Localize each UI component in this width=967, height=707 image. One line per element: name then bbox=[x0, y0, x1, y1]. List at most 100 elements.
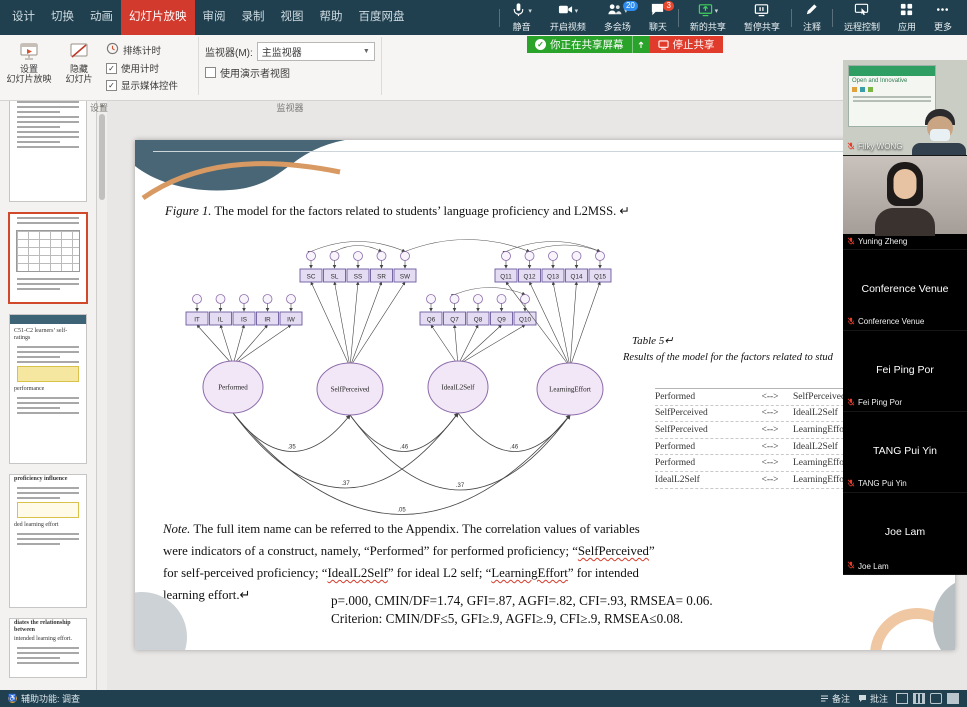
slide-thumbnail-2[interactable] bbox=[8, 212, 88, 304]
accessibility-status[interactable]: ♿ 辅助功能: 调查 bbox=[8, 692, 80, 705]
stop-share-label: 停止共享 bbox=[673, 37, 715, 52]
ribbon-group-setup: 设置 幻灯片放映 隐藏 幻灯片 排练计时 ✓使用计时 ✓显示媒体控件 设置 bbox=[0, 35, 198, 115]
table-cell-relation: <--> bbox=[747, 408, 793, 418]
tab-6[interactable]: 录制 bbox=[234, 0, 273, 35]
tab-5[interactable]: 审阅 bbox=[195, 0, 234, 35]
table-cell-left: IdealL2Self bbox=[655, 475, 747, 485]
svg-text:SelfPerceived: SelfPerceived bbox=[331, 386, 370, 394]
normal-view-icon[interactable] bbox=[896, 693, 908, 704]
stop-share-button[interactable]: 停止共享 bbox=[650, 36, 723, 53]
svg-text:Q8: Q8 bbox=[474, 316, 483, 323]
svg-text:SR: SR bbox=[377, 273, 386, 280]
table-title: Table 5↵ bbox=[632, 334, 674, 347]
monitor-label: 监视器(M): bbox=[205, 44, 253, 59]
notes-label: 备注 bbox=[832, 692, 850, 705]
svg-text:.37: .37 bbox=[341, 481, 350, 487]
thumbnail-scrollbar[interactable]: ▲ bbox=[97, 100, 107, 690]
toolbar-item-3[interactable]: ▾多会场20 bbox=[595, 0, 640, 35]
muted-mic-icon bbox=[847, 237, 855, 247]
group-label-monitor: 监视器 bbox=[199, 101, 381, 114]
toolbar-item-8[interactable]: 远程控制 bbox=[835, 0, 889, 35]
svg-text:SC: SC bbox=[307, 273, 316, 280]
notes-icon bbox=[820, 694, 829, 703]
hide-slide-button[interactable]: 隐藏 幻灯片 bbox=[56, 38, 102, 103]
table-cell-left: SelfPerceived bbox=[655, 425, 747, 435]
participant-name: Fei Ping Por bbox=[858, 398, 902, 407]
slide-sorter-view-icon[interactable] bbox=[913, 693, 925, 704]
toolbar-item-6[interactable]: 暂停共享 bbox=[735, 0, 789, 35]
participant-name-tag: Filky WONG bbox=[847, 142, 902, 152]
toolbar-item-label: 更多 bbox=[934, 20, 952, 33]
slide-thumbnail-1[interactable]: gy bbox=[9, 100, 87, 202]
figure-caption: Figure 1. The model for the factors rela… bbox=[165, 203, 805, 219]
title-bar: 设计切换动画幻灯片放映审阅录制视图帮助百度网盘 ▾静音▾开启视频▾多会场20聊天… bbox=[0, 0, 967, 35]
slide-thumbnail-5[interactable]: diates the relationship betweenintended … bbox=[9, 618, 87, 678]
accessibility-text: 辅助功能: 调查 bbox=[21, 692, 80, 705]
table-cell-left: SelfPerceived bbox=[655, 408, 747, 418]
participant-tile-6[interactable]: Joe LamJoe Lam bbox=[843, 493, 967, 575]
comments-button[interactable]: 批注 bbox=[858, 692, 888, 705]
toolbar-item-5[interactable]: ▾新的共享 bbox=[681, 0, 735, 35]
slideshow-view-icon[interactable] bbox=[947, 693, 959, 704]
participant-tile-1[interactable]: Open and InnovativeFilky WONG bbox=[843, 60, 967, 156]
svg-text:Performed: Performed bbox=[218, 384, 248, 392]
accessibility-icon: ♿ bbox=[8, 694, 17, 703]
rehearse-timings-button[interactable]: 排练计时 bbox=[106, 42, 178, 58]
notes-button[interactable]: 备注 bbox=[820, 692, 850, 705]
chevron-down-icon[interactable]: ▾ bbox=[575, 7, 579, 15]
slide-thumbnail-4[interactable]: proficiency influenceded learning effort bbox=[9, 474, 87, 608]
status-bar: ♿ 辅助功能: 调查 备注 批注 bbox=[0, 690, 967, 707]
tab-1[interactable]: 设计 bbox=[4, 0, 43, 35]
svg-text:IdealL2Self: IdealL2Self bbox=[441, 384, 475, 392]
slide-thumbnail-3[interactable]: C51-C2 learners’ self-ratingsperformance bbox=[9, 314, 87, 464]
sharing-status-text: 你正在共享屏幕 bbox=[550, 37, 624, 52]
toolbar-item-4[interactable]: 聊天3 bbox=[640, 0, 676, 35]
tab-8[interactable]: 帮助 bbox=[312, 0, 351, 35]
slide-decoration-blob-right bbox=[933, 578, 955, 650]
monitor-select[interactable]: 主监视器 ▼ bbox=[257, 42, 375, 61]
svg-text:Q10: Q10 bbox=[519, 316, 531, 323]
participant-display-name: Fei Ping Por bbox=[843, 364, 967, 376]
toolbar-item-1[interactable]: ▾静音 bbox=[502, 0, 541, 35]
presenter-view-checkbox[interactable]: 使用演示者视图 bbox=[205, 65, 375, 80]
svg-text:Q7: Q7 bbox=[450, 316, 459, 323]
participant-name-tag: Yuning Zheng bbox=[847, 237, 907, 247]
svg-text:IT: IT bbox=[194, 316, 200, 323]
toolbar-item-10[interactable]: 更多 bbox=[925, 0, 961, 35]
toolbar-item-9[interactable]: 应用 bbox=[889, 0, 925, 35]
participant-display-name: Joe Lam bbox=[843, 526, 967, 538]
muted-mic-icon bbox=[847, 479, 855, 489]
svg-text:IW: IW bbox=[287, 316, 295, 323]
tab-4[interactable]: 幻灯片放映 bbox=[121, 0, 195, 35]
slide-thumbnail-panel: gy C51-C2 learners’ self-ratingsperforman… bbox=[0, 100, 97, 690]
chevron-down-icon[interactable]: ▾ bbox=[528, 7, 532, 15]
svg-text:.46: .46 bbox=[400, 445, 409, 451]
clock-icon bbox=[106, 42, 119, 58]
toolbar-item-label: 开启视频 bbox=[550, 20, 586, 33]
participant-name: TANG Pui Yin bbox=[858, 479, 907, 488]
participant-tile-2[interactable]: Yuning Zheng bbox=[843, 156, 967, 250]
share-audio-button[interactable] bbox=[632, 36, 650, 53]
participant-tile-5[interactable]: TANG Pui YinTANG Pui Yin bbox=[843, 412, 967, 493]
toolbar-item-2[interactable]: ▾ 开启视频 bbox=[541, 0, 595, 35]
participant-tile-3[interactable]: Conference VenueConference Venue bbox=[843, 250, 967, 331]
ribbon-option-label: 排练计时 bbox=[123, 43, 161, 57]
setup-slideshow-button[interactable]: 设置 幻灯片放映 bbox=[6, 38, 52, 103]
group-label-setup: 设置 bbox=[0, 101, 198, 114]
tab-2[interactable]: 切换 bbox=[43, 0, 82, 35]
ribbon-checkbox-1[interactable]: ✓使用计时 bbox=[106, 61, 178, 75]
tab-9[interactable]: 百度网盘 bbox=[351, 0, 413, 35]
tab-7[interactable]: 视图 bbox=[273, 0, 312, 35]
table-cell-relation: <--> bbox=[747, 475, 793, 485]
camera-icon bbox=[558, 2, 573, 19]
scrollbar-thumb[interactable] bbox=[99, 114, 105, 200]
chevron-down-icon[interactable]: ▾ bbox=[715, 7, 719, 15]
svg-text:Q13: Q13 bbox=[547, 273, 559, 280]
ribbon-checkbox-2[interactable]: ✓显示媒体控件 bbox=[106, 78, 178, 92]
ribbon-option-label: 使用计时 bbox=[121, 61, 159, 75]
reading-view-icon[interactable] bbox=[930, 693, 942, 704]
toolbar-divider bbox=[791, 9, 792, 27]
participant-tile-4[interactable]: Fei Ping Por Fei Ping Por bbox=[843, 331, 967, 412]
toolbar-item-7[interactable]: 注释 bbox=[794, 0, 830, 35]
tab-3[interactable]: 动画 bbox=[82, 0, 121, 35]
